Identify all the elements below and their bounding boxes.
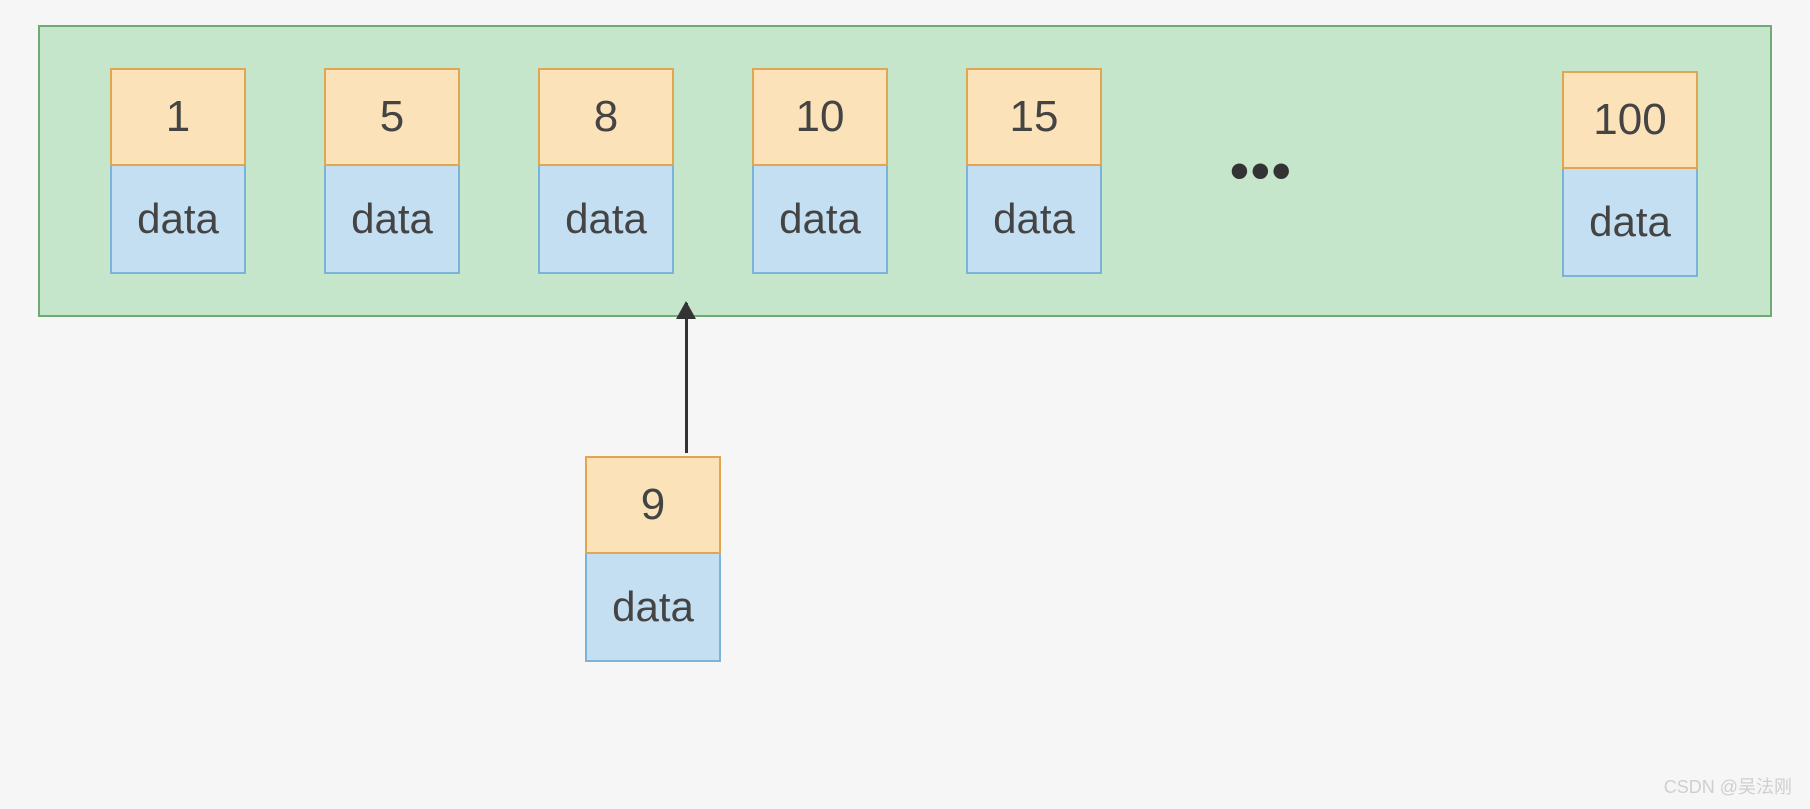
arrow-up-icon xyxy=(676,301,696,319)
insert-cell: 9 data xyxy=(585,456,721,662)
array-cell: 8 data xyxy=(538,68,674,274)
cell-data: data xyxy=(966,166,1102,274)
watermark: CSDN @吴法刚 xyxy=(1664,773,1792,799)
ellipsis: ••• xyxy=(1230,140,1293,202)
cell-key: 1 xyxy=(110,68,246,166)
array-cell: 15 data xyxy=(966,68,1102,274)
array-container: 1 data 5 data 8 data 10 data 15 data •••… xyxy=(38,25,1772,317)
cell-data: data xyxy=(538,166,674,274)
cell-data: data xyxy=(110,166,246,274)
array-cell-last: 100 data xyxy=(1562,71,1698,277)
cell-data: data xyxy=(324,166,460,274)
insert-arrow xyxy=(671,303,701,455)
array-cell: 1 data xyxy=(110,68,246,274)
cell-data: data xyxy=(585,554,721,662)
cell-key: 10 xyxy=(752,68,888,166)
cell-key: 8 xyxy=(538,68,674,166)
cell-key: 5 xyxy=(324,68,460,166)
array-cell: 5 data xyxy=(324,68,460,274)
cell-key: 9 xyxy=(585,456,721,554)
array-cell: 10 data xyxy=(752,68,888,274)
cell-data: data xyxy=(1562,169,1698,277)
cell-key: 100 xyxy=(1562,71,1698,169)
cell-data: data xyxy=(752,166,888,274)
cell-key: 15 xyxy=(966,68,1102,166)
arrow-line xyxy=(685,303,688,453)
